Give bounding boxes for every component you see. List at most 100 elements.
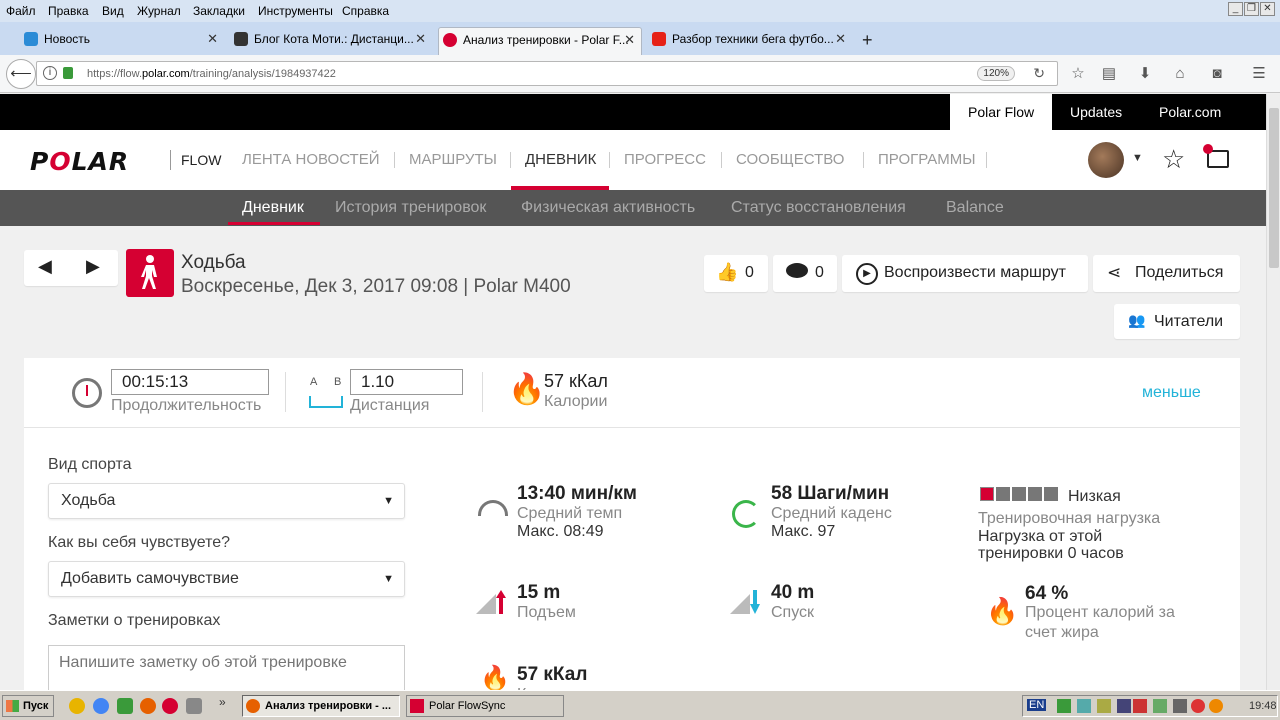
close-tab-icon[interactable]: ✕	[415, 27, 426, 51]
subnav-diary[interactable]: Дневник	[242, 199, 304, 217]
tab-news[interactable]: Новость ✕	[20, 27, 224, 55]
duration-field[interactable]: 00:15:13	[111, 369, 269, 395]
tray-app-icon[interactable]	[1097, 699, 1111, 713]
new-tab-icon[interactable]: +	[862, 30, 873, 51]
comment-icon	[786, 263, 808, 278]
share-button[interactable]: ⋖ Поделиться	[1093, 255, 1240, 292]
nav-feed[interactable]: ЛЕНТА НОВОСТЕЙ	[242, 150, 379, 170]
nav-programs[interactable]: ПРОГРАММЫ	[878, 150, 976, 170]
speedometer-icon	[478, 500, 508, 516]
minimize-icon[interactable]: _	[1228, 2, 1243, 16]
quicklaunch-app-icon[interactable]	[117, 698, 133, 714]
tab-youtube[interactable]: Разбор техники бега футбо... ✕	[648, 27, 852, 55]
home-icon[interactable]: ⌂	[1170, 64, 1190, 84]
descent-value: 40 m	[771, 582, 815, 603]
tab-polar[interactable]: Анализ тренировки - Polar F... ✕	[438, 27, 642, 55]
next-arrow-icon[interactable]: ▶	[86, 256, 100, 277]
sub-nav: Дневник История тренировок Физическая ак…	[0, 190, 1266, 226]
start-button[interactable]: Пуск	[2, 695, 54, 717]
tray-app-icon[interactable]	[1191, 699, 1205, 713]
subnav-recovery[interactable]: Статус восстановления	[731, 199, 906, 217]
bookmark-star-icon[interactable]: ☆	[1068, 64, 1088, 84]
prev-arrow-icon[interactable]: ◀	[38, 256, 52, 277]
nav-community[interactable]: СООБЩЕСТВО	[736, 150, 844, 170]
stopwatch-icon	[72, 378, 102, 408]
distance-field[interactable]: 1.10	[350, 369, 463, 395]
page-scrollbar[interactable]	[1266, 94, 1280, 690]
menu-help[interactable]: Справка	[342, 4, 389, 18]
menu-hamburger-icon[interactable]: ☰	[1249, 64, 1269, 84]
tray-app-icon[interactable]	[1133, 699, 1147, 713]
library-icon[interactable]: ▤	[1099, 64, 1119, 84]
menu-history[interactable]: Журнал	[137, 4, 181, 18]
url-bar[interactable]: i https://flow.polar.com/training/analys…	[36, 61, 1058, 86]
menu-edit[interactable]: Правка	[48, 4, 89, 18]
task-firefox[interactable]: Анализ тренировки - ...	[242, 695, 400, 717]
subnav-activity[interactable]: Физическая активность	[521, 199, 695, 217]
pocket-icon[interactable]: ◙	[1207, 64, 1227, 84]
notes-textarea[interactable]	[48, 645, 405, 695]
close-tab-icon[interactable]: ✕	[207, 27, 218, 51]
opera-icon[interactable]	[162, 698, 178, 714]
news-icon	[24, 32, 38, 46]
tray-app-icon[interactable]	[1057, 699, 1071, 713]
menu-view[interactable]: Вид	[102, 4, 124, 18]
replay-label: Воспроизвести маршрут	[884, 264, 1066, 281]
task-flowsync[interactable]: Polar FlowSync	[406, 695, 564, 717]
ab-label-b: B	[334, 376, 342, 388]
subnav-balance[interactable]: Balance	[946, 199, 1004, 217]
sport-select[interactable]: Ходьба ▼	[48, 483, 405, 519]
nav-progress[interactable]: ПРОГРЕСС	[624, 150, 706, 170]
back-icon[interactable]: ⟵	[6, 59, 36, 89]
chrome-icon[interactable]	[93, 698, 109, 714]
ab-label-a: A	[310, 376, 318, 388]
like-button[interactable]: 👍 0	[704, 255, 768, 292]
close-window-icon[interactable]: ✕	[1260, 2, 1275, 16]
subnav-history[interactable]: История тренировок	[335, 199, 486, 217]
feeling-select[interactable]: Добавить самочувствие ▼	[48, 561, 405, 597]
tray-app-icon[interactable]	[1209, 699, 1223, 713]
favorites-star-icon[interactable]: ☆	[1162, 144, 1185, 175]
menu-bookmarks[interactable]: Закладки	[193, 4, 245, 18]
nav-diary[interactable]: ДНЕВНИК	[525, 150, 596, 170]
browser-menubar: Файл Правка Вид Журнал Закладки Инструме…	[0, 0, 1280, 22]
readers-button[interactable]: 👥 Читатели	[1114, 304, 1240, 339]
tray-app-icon[interactable]	[1117, 699, 1131, 713]
replay-route-button[interactable]: ▶ Воспроизвести маршрут	[842, 255, 1088, 292]
close-tab-icon[interactable]: ✕	[624, 28, 635, 52]
clock[interactable]: 19:48	[1249, 700, 1277, 712]
download-icon[interactable]: ⬇	[1135, 64, 1155, 84]
scrollbar-thumb[interactable]	[1269, 108, 1279, 268]
navigation-toolbar: ⟵ i https://flow.polar.com/training/anal…	[0, 55, 1280, 93]
firefox-icon[interactable]	[140, 698, 156, 714]
less-link[interactable]: меньше	[1142, 384, 1201, 402]
zoom-indicator[interactable]: 120%	[977, 66, 1015, 81]
tray-app-icon[interactable]	[1153, 699, 1167, 713]
main-nav: POLAR FLOW ЛЕНТА НОВОСТЕЙ МАРШРУТЫ ДНЕВН…	[0, 130, 1266, 190]
restore-icon[interactable]: ❐	[1244, 2, 1259, 16]
chevron-more-icon[interactable]: »	[219, 695, 226, 709]
menu-tools[interactable]: Инструменты	[258, 4, 333, 18]
language-indicator[interactable]: EN	[1027, 699, 1047, 711]
chevron-down-icon[interactable]: ▼	[1132, 152, 1143, 164]
tab-blog[interactable]: Блог Кота Моти.: Дистанци... ✕	[230, 27, 432, 55]
updates-link[interactable]: Updates	[1052, 94, 1140, 130]
polar-com-link[interactable]: Polar.com	[1141, 94, 1239, 130]
reload-icon[interactable]: ↻	[1033, 65, 1045, 82]
volume-icon[interactable]	[1173, 699, 1187, 713]
close-tab-icon[interactable]: ✕	[835, 27, 846, 51]
polar-flow-link[interactable]: Polar Flow	[950, 94, 1053, 130]
notes-label: Заметки о тренировках	[48, 612, 221, 629]
notifications-icon[interactable]	[1203, 144, 1229, 168]
comment-button[interactable]: 0	[773, 255, 837, 292]
pace-label: Средний темп	[517, 505, 623, 522]
quicklaunch-app-icon[interactable]	[69, 698, 85, 714]
info-icon[interactable]: i	[43, 66, 57, 80]
polar-logo[interactable]: POLAR	[30, 147, 129, 176]
tray-app-icon[interactable]	[1077, 699, 1091, 713]
avatar[interactable]	[1088, 142, 1124, 178]
menu-file[interactable]: Файл	[6, 4, 36, 18]
quicklaunch-app-icon[interactable]	[186, 698, 202, 714]
youtube-icon	[652, 32, 666, 46]
nav-routes[interactable]: МАРШРУТЫ	[409, 150, 497, 170]
